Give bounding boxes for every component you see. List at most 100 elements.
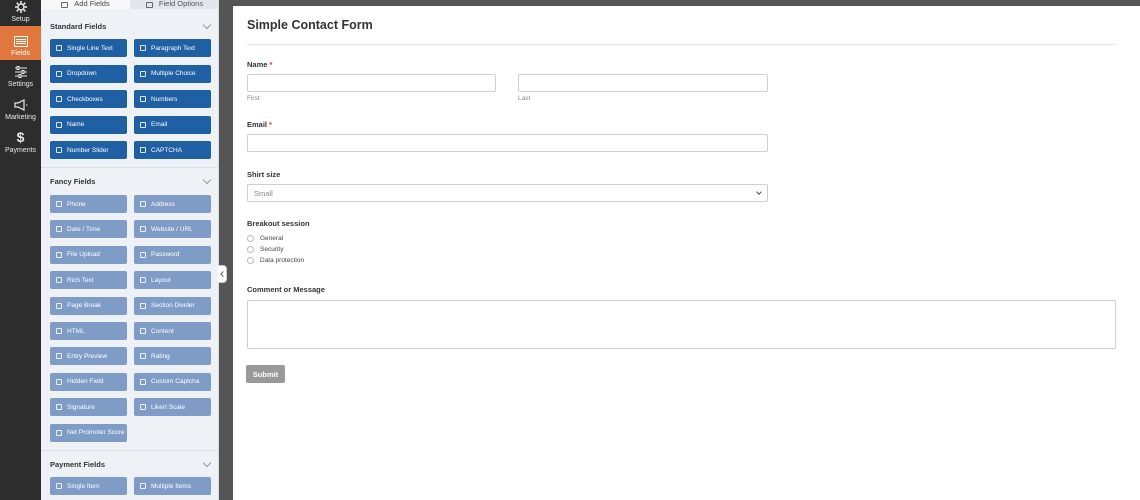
dropdown-icon [56,70,62,77]
email-input[interactable] [247,134,768,152]
add-field-signature-button[interactable]: Signature [50,398,127,417]
field-button-label: Checkboxes [67,95,103,103]
html-icon [56,328,62,334]
field-button-label: Email [151,121,168,128]
chevron-down-icon [756,189,762,195]
add-field-net-promoter-score-button[interactable]: Net Promoter Score [50,423,127,442]
field-button-label: Numbers [151,95,178,103]
field-button-label: Entry Preview [67,352,108,360]
add-field-name-button[interactable]: Name [50,115,127,134]
nav-label: Payments [4,147,37,154]
website-url-icon [140,226,146,233]
add-field-html-button[interactable]: HTML [50,322,127,340]
radio-button[interactable] [247,257,254,264]
add-field-multiple-choice-button[interactable]: Multiple Choice [134,64,211,83]
nav-label: Setup [11,16,30,23]
last-name-input[interactable] [518,74,768,92]
add-field-single-item-button[interactable]: Single Item [50,477,127,495]
comment-textarea[interactable] [247,300,1116,349]
add-field-paragraph-text-button[interactable]: Paragraph Text [134,39,211,57]
add-field-page-break-button[interactable]: Page Break [50,296,127,315]
nav-setup[interactable]: Setup [0,0,41,26]
name-field-label: Name * [247,60,272,69]
first-name-input[interactable] [247,74,496,92]
sliders-icon [13,65,29,79]
nav-settings[interactable]: Settings [0,57,41,91]
section-title: Payment Fields [50,459,106,469]
chevron-left-icon [220,271,226,277]
radio-button[interactable] [247,235,254,242]
required-mark: * [269,120,272,129]
field-button-label: Address [151,200,175,208]
add-field-single-line-text-button[interactable]: Single Line Text [50,39,127,57]
rating-icon [140,353,146,360]
field-button-label: Section Divider [151,302,195,310]
number-slider-icon [56,147,62,153]
dollar-icon: $ [16,129,25,145]
label-text: Name [247,60,268,69]
section-fancy-fields[interactable]: Fancy Fields [41,171,218,191]
add-field-dropdown-button[interactable]: Dropdown [50,64,127,83]
field-button-label: Page Break [67,302,101,310]
radio-button[interactable] [247,246,254,253]
submit-button[interactable]: Submit [246,365,285,383]
nav-label: Fields [11,50,30,57]
form-title: Simple Contact Form [247,18,373,32]
label-text: Email [247,120,268,129]
add-field-email-button[interactable]: Email [134,115,211,134]
radio-option[interactable]: Security [247,246,283,253]
tab-field-options[interactable]: Field Options [130,0,218,9]
nav-payments[interactable]: $ Payments [0,123,41,157]
add-field-hidden-field-button[interactable]: Hidden Field [50,372,127,391]
add-field-multiple-items-button[interactable]: Multiple Items [134,477,211,495]
add-field-section-divider-button[interactable]: Section Divider [134,296,211,315]
add-field-address-button[interactable]: Address [134,195,211,213]
chevron-down-icon [202,458,212,467]
add-field-date-time-button[interactable]: Date / Time [50,220,127,239]
field-button-label: Date / Time [67,225,101,233]
megaphone-icon [13,98,29,112]
add-field-custom-captcha-button[interactable]: Custom Captcha [134,372,211,391]
add-field-rating-button[interactable]: Rating [134,347,211,366]
field-button-label: Hidden Field [67,378,104,386]
add-field-numbers-button[interactable]: Numbers [134,90,211,108]
field-button-label: Layout [151,276,171,284]
field-button-label: Multiple Choice [151,70,196,77]
add-field-password-button[interactable]: Password [134,245,211,264]
add-field-content-button[interactable]: Content [134,322,211,340]
add-field-file-upload-button[interactable]: File Upload [50,245,127,264]
file-upload-icon [56,251,62,258]
field-button-label: Number Slider [67,146,109,154]
nav-marketing[interactable]: Marketing [0,90,41,124]
add-field-checkboxes-button[interactable]: Checkboxes [50,90,127,108]
radio-option[interactable]: Data protection [247,257,304,264]
signature-icon [56,404,62,411]
tab-label: Field Options [158,0,204,8]
shirt-size-select[interactable]: Small [247,184,768,202]
add-field-number-slider-button[interactable]: Number Slider [50,141,127,159]
rich-text-icon [56,277,62,284]
tab-add-fields[interactable]: Add Fields [41,0,130,9]
list-icon [61,2,69,8]
net-promoter-score-icon [56,429,62,436]
layout-icon [140,277,146,284]
add-field-layout-button[interactable]: Layout [134,271,211,290]
add-field-website-url-button[interactable]: Website / URL [134,220,211,239]
panel-collapse-handle[interactable] [218,265,227,283]
add-field-phone-button[interactable]: Phone [50,195,127,213]
field-button-label: Rating [151,352,170,360]
field-button-label: CAPTCHA [151,146,183,154]
section-standard-fields[interactable]: Standard Fields [41,16,218,36]
field-button-label: Name [67,121,85,128]
nav-fields[interactable]: Fields [0,26,41,60]
phone-icon [56,201,62,207]
add-field-likert-scale-button[interactable]: Likert Scale [134,398,211,417]
gear-icon [13,0,29,14]
add-field-captcha-button[interactable]: CAPTCHA [134,141,211,159]
section-payment-fields[interactable]: Payment Fields [41,454,218,474]
fields-icon [13,34,29,48]
radio-option[interactable]: General [247,235,283,242]
divider [247,44,1115,45]
add-field-rich-text-button[interactable]: Rich Text [50,271,127,290]
add-field-entry-preview-button[interactable]: Entry Preview [50,347,127,366]
